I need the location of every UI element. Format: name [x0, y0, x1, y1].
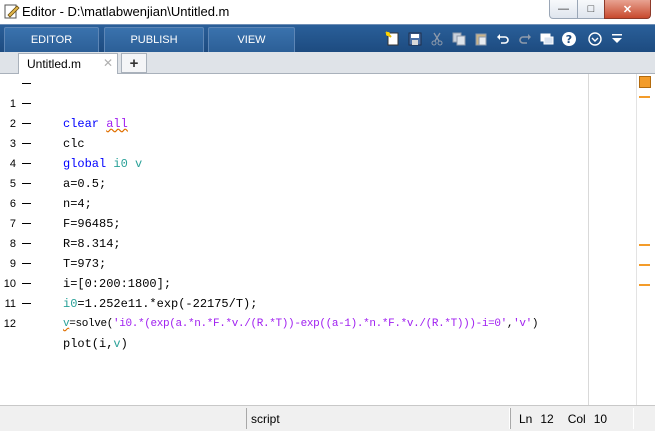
warning-marker[interactable] — [639, 244, 650, 246]
paste-icon[interactable] — [470, 28, 492, 50]
code-line[interactable]: 2 clc — [0, 94, 600, 151]
code-line[interactable]: 7 R=8.314; — [0, 194, 600, 251]
code-line[interactable]: 4 a=0.5; — [0, 134, 600, 191]
breakpoint-marker[interactable] — [22, 283, 31, 284]
breakpoint-marker[interactable] — [22, 163, 31, 164]
minimize-button[interactable]: — — [549, 0, 578, 19]
code-line[interactable]: 11 v=solve('i0.*(exp(a.*n.*F.*v./(R.*T))… — [0, 274, 600, 330]
ln-label: Ln — [519, 411, 533, 426]
help-icon[interactable]: ? — [558, 28, 580, 50]
close-button[interactable]: ✕ — [604, 0, 651, 19]
document-tab-strip: Untitled.m ✕ + — [0, 52, 655, 74]
code-editor[interactable]: 1 clear all 2 clc 3 global i0 v 4 a=0.5;… — [0, 74, 655, 405]
warning-marker[interactable] — [639, 96, 650, 98]
cut-icon[interactable] — [426, 28, 448, 50]
code-line[interactable]: 12 plot(i,v) — [0, 294, 600, 351]
code-token: 'v' — [513, 318, 532, 330]
status-bar: script Ln 12 Col 10 — [0, 405, 655, 431]
breakpoint-marker[interactable] — [22, 203, 31, 204]
cursor-position: Ln 12 Col 10 — [510, 408, 634, 429]
line-number: 12 — [3, 318, 16, 330]
code-token: v — [113, 337, 121, 351]
code-token: ) — [531, 318, 539, 330]
file-type-status: script — [246, 408, 510, 429]
code-line[interactable]: 9 i=[0:200:1800]; — [0, 234, 600, 291]
code-line[interactable]: 6 F=96485; — [0, 174, 600, 231]
tab-publish[interactable]: PUBLISH — [104, 27, 204, 52]
breakpoint-marker[interactable] — [22, 223, 31, 224]
breakpoint-marker[interactable] — [22, 303, 31, 304]
dropdown-icon[interactable] — [606, 28, 628, 50]
code-text: v=solve('i0.*(exp(a.*n.*F.*v./(R.*T))-ex… — [63, 314, 539, 334]
code-token: plot(i, — [63, 337, 114, 351]
breakpoint-marker[interactable] — [22, 103, 31, 104]
title-bar: Editor - D:\matlabwenjian\Untitled.m — □… — [0, 0, 655, 24]
breakpoint-marker[interactable] — [22, 183, 31, 184]
breakpoint-marker[interactable] — [22, 243, 31, 244]
col-value: 10 — [593, 411, 608, 426]
copy-icon[interactable] — [448, 28, 470, 50]
maximize-button[interactable]: □ — [577, 0, 605, 19]
code-line[interactable]: 1 clear all — [0, 74, 600, 131]
code-line[interactable]: 8 T=973; — [0, 214, 600, 271]
breakpoint-marker[interactable] — [22, 83, 31, 84]
breakpoint-marker[interactable] — [22, 143, 31, 144]
warning-marker[interactable] — [639, 284, 650, 286]
svg-text:?: ? — [566, 33, 572, 46]
tab-view[interactable]: VIEW — [208, 27, 295, 52]
code-line[interactable]: 3 global i0 v — [0, 114, 600, 171]
tab-untitled-m[interactable]: Untitled.m ✕ — [18, 53, 118, 74]
expand-options-icon[interactable] — [584, 28, 606, 50]
redo-icon[interactable] — [514, 28, 536, 50]
code-token: ) — [120, 337, 128, 351]
code-line[interactable]: 10 i0=1.252e11.*exp(-22175/T); — [0, 254, 600, 311]
undo-icon[interactable] — [492, 28, 514, 50]
tab-editor[interactable]: EDITOR — [4, 27, 99, 52]
ln-value: 12 — [540, 411, 554, 426]
window-title: Editor - D:\matlabwenjian\Untitled.m — [22, 4, 230, 19]
code-token: =solve( — [69, 318, 114, 330]
code-analyzer-bar[interactable] — [636, 74, 655, 405]
code-line[interactable]: 5 n=4; — [0, 154, 600, 211]
col-label: Col — [567, 411, 586, 426]
switch-windows-icon[interactable] — [536, 28, 558, 50]
editor-app-icon — [4, 4, 20, 19]
document-tab-label: Untitled.m — [27, 57, 82, 71]
warning-status-icon[interactable] — [639, 76, 651, 88]
new-file-icon[interactable] — [382, 28, 404, 50]
quick-access-toolbar: ? — [382, 28, 628, 50]
breakpoint-marker[interactable] — [22, 263, 31, 264]
warning-marker[interactable] — [639, 264, 650, 266]
add-tab-button[interactable]: + — [121, 53, 147, 73]
code-text: plot(i,v) — [63, 334, 128, 354]
close-tab-icon[interactable]: ✕ — [103, 56, 113, 70]
save-icon[interactable] — [404, 28, 426, 50]
toolstrip: EDITOR PUBLISH VIEW ? — [0, 24, 655, 52]
breakpoint-marker[interactable] — [22, 123, 31, 124]
code-token: 'i0.*(exp(a.*n.*F.*v./(R.*T))-exp((a-1).… — [113, 318, 507, 330]
